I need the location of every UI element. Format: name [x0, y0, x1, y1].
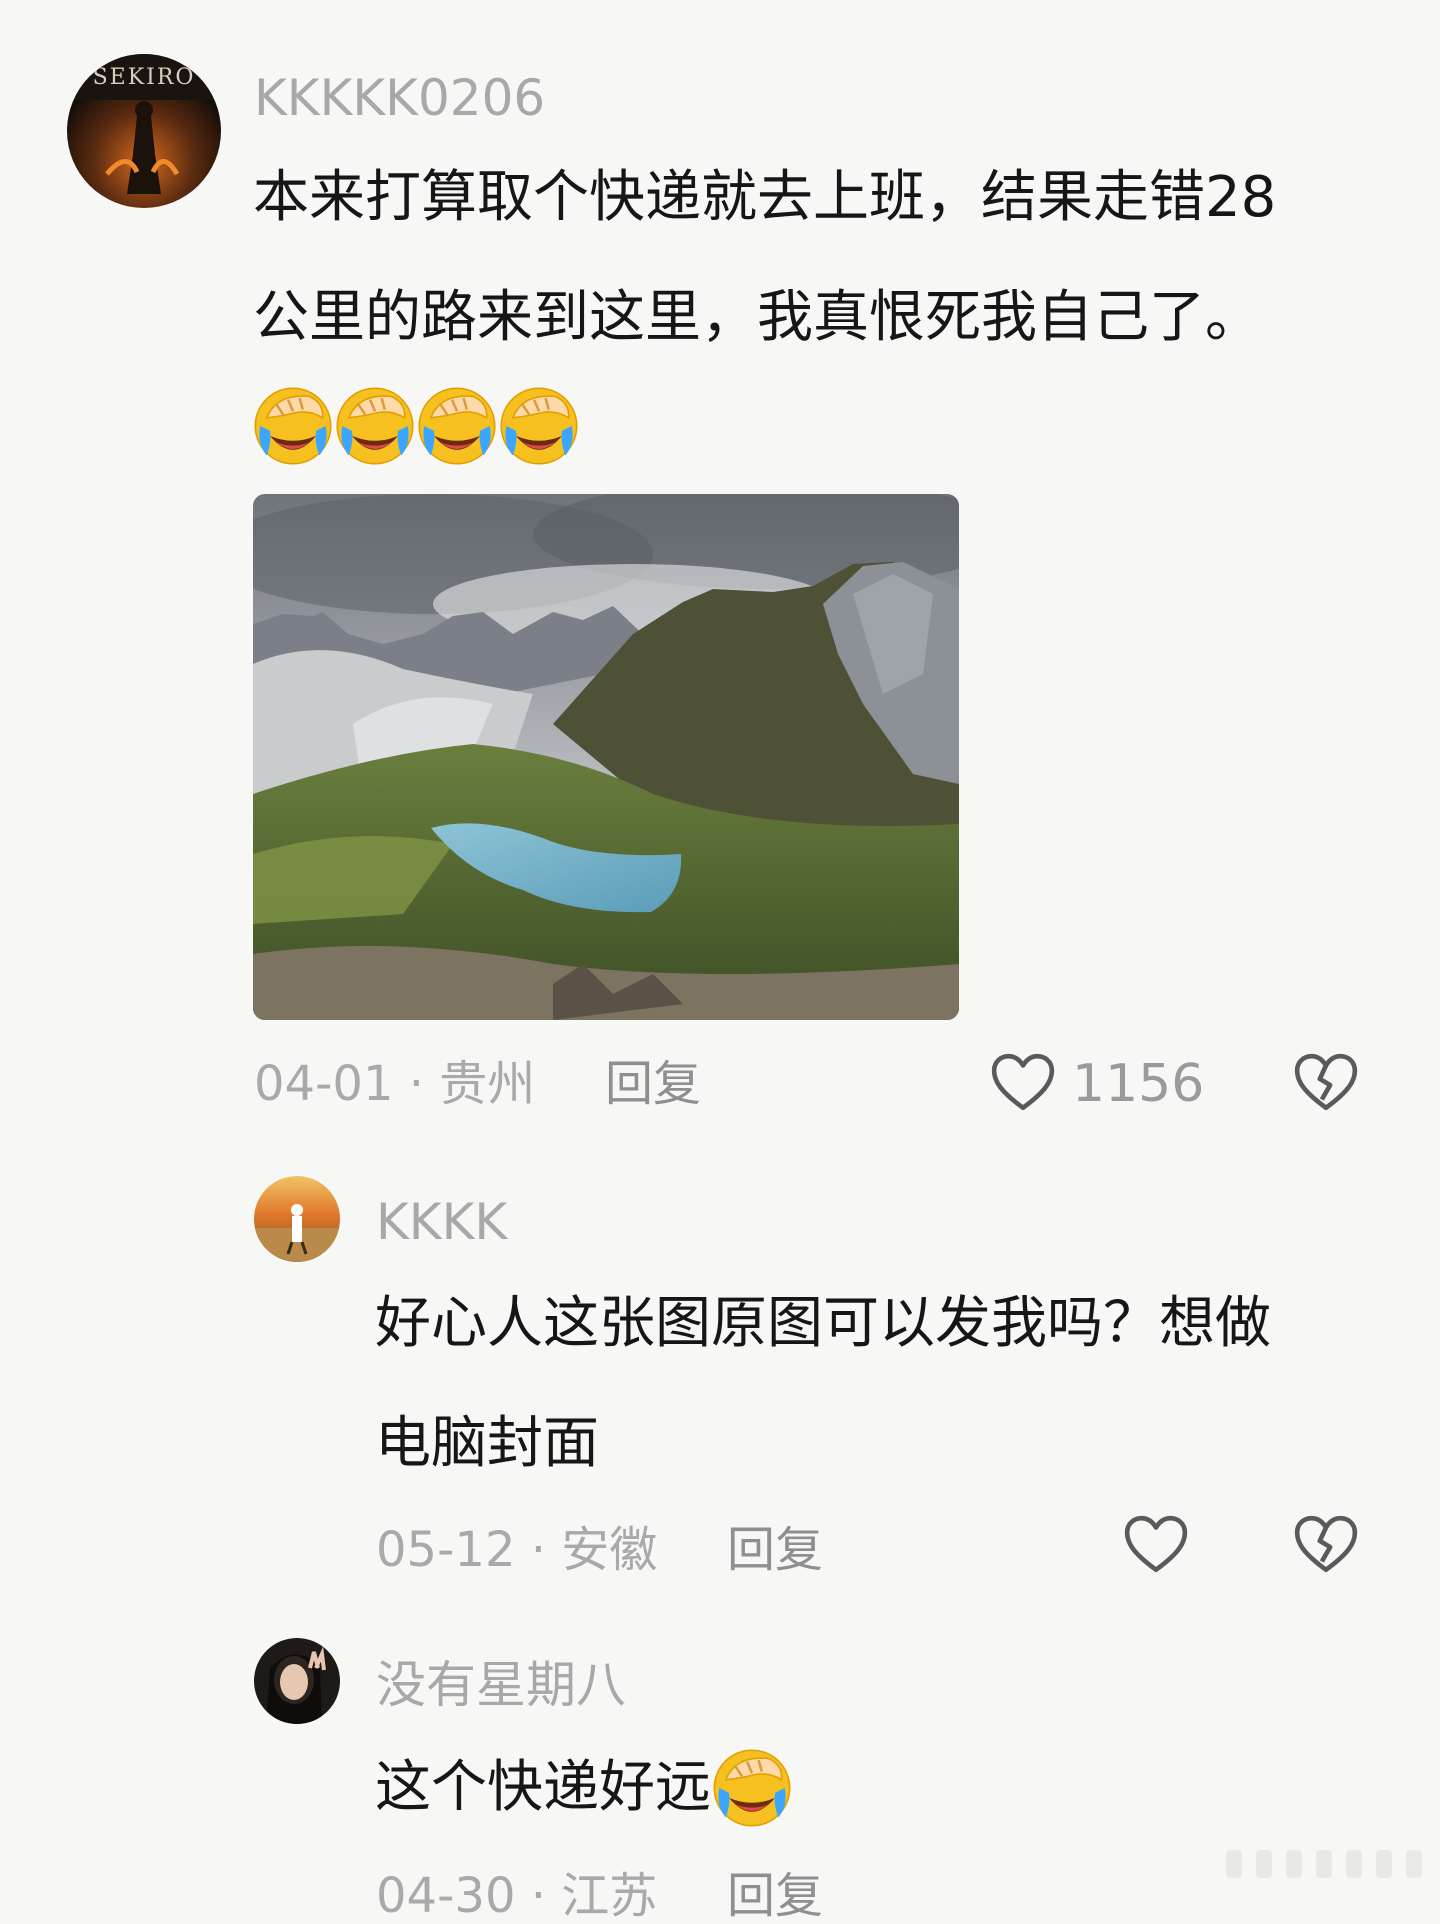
- comment-text-line: 本来打算取个快递就去上班，结果走错28: [253, 165, 1277, 230]
- facepalm-cry-emoji: [711, 1747, 793, 1829]
- comment-text: 这个快递好远: [375, 1755, 711, 1820]
- broken-heart-icon[interactable]: [1293, 1052, 1359, 1114]
- reply-button[interactable]: 回复: [727, 1872, 823, 1920]
- facepalm-cry-emoji: [416, 385, 498, 467]
- comment-username[interactable]: 没有星期八: [376, 1660, 626, 1710]
- reply-button[interactable]: 回复: [605, 1060, 701, 1108]
- heart-icon[interactable]: [990, 1052, 1056, 1114]
- avatar[interactable]: [254, 1638, 340, 1724]
- facepalm-cry-emoji: [252, 385, 334, 467]
- avatar[interactable]: SEKIRO: [67, 54, 221, 208]
- comment-username[interactable]: KKKK: [376, 1197, 507, 1247]
- facepalm-cry-emoji: [334, 385, 416, 467]
- comment-date-location: 04-30 · 江苏: [376, 1868, 658, 1924]
- avatar-logo-text: SEKIRO: [93, 65, 196, 90]
- avatar-image: [254, 1638, 340, 1724]
- comment-text-line: 公里的路来到这里，我真恨死我自己了。: [253, 285, 1261, 350]
- watermark-bars: [1226, 1850, 1422, 1878]
- emoji-row: [252, 385, 580, 467]
- comment-text-line: 电脑封面: [375, 1411, 599, 1476]
- like-count: 1156: [1072, 1054, 1205, 1114]
- comment-date-location: 05-12 · 安徽: [376, 1522, 658, 1578]
- comment-text-line: 好心人这张图原图可以发我吗？想做: [375, 1291, 1271, 1356]
- heart-icon[interactable]: [1123, 1514, 1189, 1576]
- avatar-image: SEKIRO: [67, 54, 221, 208]
- reply-button[interactable]: 回复: [727, 1526, 823, 1574]
- comment-date-location: 04-01 · 贵州: [254, 1056, 536, 1112]
- comment-username[interactable]: KKKKK0206: [254, 73, 545, 123]
- mountain-lake-image: [253, 494, 959, 1020]
- facepalm-cry-emoji: [498, 385, 580, 467]
- attached-photo[interactable]: [253, 494, 959, 1020]
- broken-heart-icon[interactable]: [1293, 1514, 1359, 1576]
- avatar[interactable]: [254, 1176, 340, 1262]
- comment-text-line: 这个快递好远: [375, 1728, 793, 1848]
- avatar-image: [254, 1176, 340, 1262]
